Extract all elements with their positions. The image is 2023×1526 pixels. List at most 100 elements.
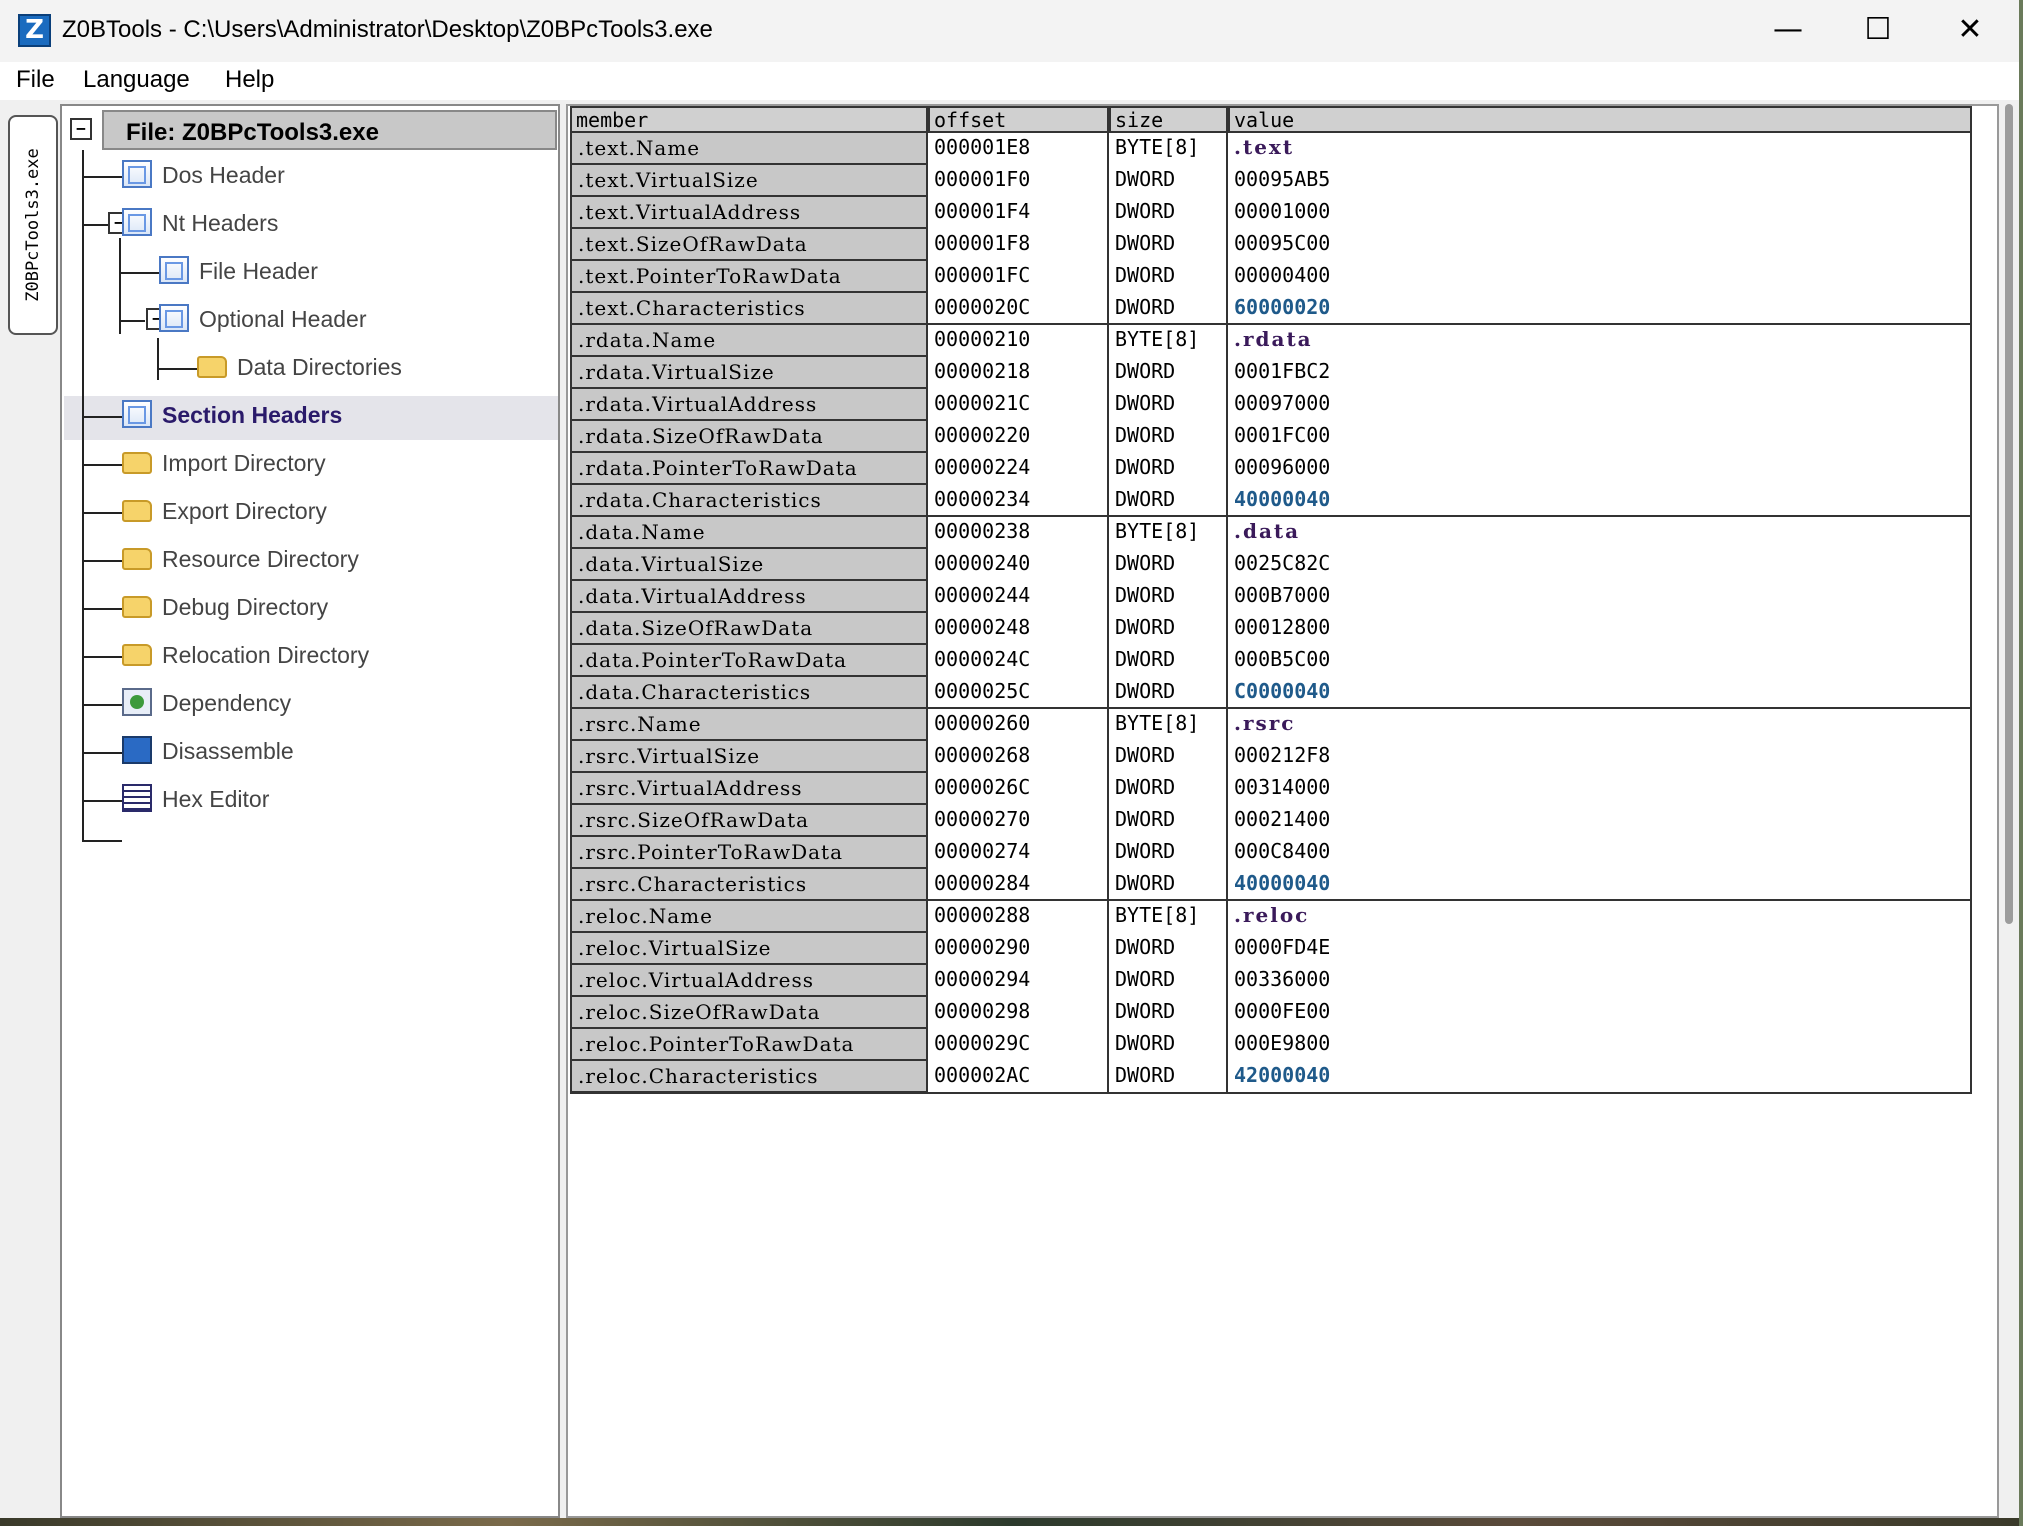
cell-size[interactable]: DWORD [1109, 772, 1228, 804]
table-row[interactable]: .data.PointerToRawData 0000024C DWORD 000B5… [570, 644, 1972, 676]
cell-value[interactable]: 000B7000 [1228, 580, 1972, 612]
table-row[interactable]: .rsrc.Name 00000260 BYTE[8] .rsrc [570, 708, 1972, 740]
cell-size[interactable]: DWORD [1109, 196, 1228, 228]
cell-member[interactable]: .rsrc.VirtualAddress [570, 772, 928, 804]
cell-member[interactable]: .text.PointerToRawData [570, 260, 928, 292]
cell-offset[interactable]: 000001F8 [928, 228, 1109, 260]
cell-size[interactable]: DWORD [1109, 804, 1228, 836]
table-row[interactable]: .rsrc.PointerToRawData 00000274 DWORD 000C8… [570, 836, 1972, 868]
cell-offset[interactable]: 000001E8 [928, 132, 1109, 164]
cell-value[interactable]: 000C8400 [1228, 836, 1972, 868]
cell-value[interactable]: .data [1228, 516, 1972, 548]
cell-value[interactable]: 40000040 [1228, 484, 1972, 516]
cell-size[interactable]: DWORD [1109, 932, 1228, 964]
table-row[interactable]: .rdata.VirtualAddress 0000021C DWORD 000970… [570, 388, 1972, 420]
cell-offset[interactable]: 00000298 [928, 996, 1109, 1028]
table-row[interactable]: .text.VirtualAddress 000001F4 DWORD 0000100… [570, 196, 1972, 228]
cell-size[interactable]: DWORD [1109, 228, 1228, 260]
cell-size[interactable]: DWORD [1109, 260, 1228, 292]
scrollbar-thumb[interactable] [2005, 104, 2013, 924]
cell-size[interactable]: DWORD [1109, 1028, 1228, 1060]
table-row[interactable]: .text.PointerToRawData 000001FC DWORD 00000… [570, 260, 1972, 292]
cell-offset[interactable]: 00000290 [928, 932, 1109, 964]
cell-offset[interactable]: 00000224 [928, 452, 1109, 484]
cell-member[interactable]: .text.VirtualAddress [570, 196, 928, 228]
table-row[interactable]: .rsrc.VirtualAddress 0000026C DWORD 0031400… [570, 772, 1972, 804]
cell-member[interactable]: .rdata.VirtualAddress [570, 388, 928, 420]
cell-member[interactable]: .reloc.SizeOfRawData [570, 996, 928, 1028]
table-row[interactable]: .reloc.PointerToRawData 0000029C DWORD 000E… [570, 1028, 1972, 1060]
cell-size[interactable]: DWORD [1109, 836, 1228, 868]
cell-value[interactable]: 0000FE00 [1228, 996, 1972, 1028]
table-row[interactable]: .reloc.SizeOfRawData 00000298 DWORD 0000FE0… [570, 996, 1972, 1028]
cell-member[interactable]: .text.SizeOfRawData [570, 228, 928, 260]
cell-value[interactable]: 0001FC00 [1228, 420, 1972, 452]
cell-size[interactable]: DWORD [1109, 452, 1228, 484]
table-row[interactable]: .rdata.Name 00000210 BYTE[8] .rdata [570, 324, 1972, 356]
cell-size[interactable]: DWORD [1109, 740, 1228, 772]
cell-value[interactable]: 00001000 [1228, 196, 1972, 228]
cell-offset[interactable]: 00000274 [928, 836, 1109, 868]
cell-member[interactable]: .rdata.VirtualSize [570, 356, 928, 388]
cell-member[interactable]: .reloc.Name [570, 900, 928, 932]
cell-value[interactable]: 000212F8 [1228, 740, 1972, 772]
cell-member[interactable]: .rsrc.Characteristics [570, 868, 928, 900]
cell-member[interactable]: .data.Name [570, 516, 928, 548]
maximize-button[interactable]: ☐ [1848, 8, 1908, 52]
cell-value[interactable]: 0025C82C [1228, 548, 1972, 580]
cell-offset[interactable]: 00000268 [928, 740, 1109, 772]
cell-value[interactable]: .rsrc [1228, 708, 1972, 740]
cell-value[interactable]: 42000040 [1228, 1060, 1972, 1092]
table-row[interactable]: .rdata.PointerToRawData 00000224 DWORD 0009… [570, 452, 1972, 484]
cell-size[interactable]: DWORD [1109, 388, 1228, 420]
table-row[interactable]: .text.SizeOfRawData 000001F8 DWORD 00095C00 [570, 228, 1972, 260]
cell-member[interactable]: .rsrc.Name [570, 708, 928, 740]
cell-member[interactable]: .rsrc.SizeOfRawData [570, 804, 928, 836]
cell-size[interactable]: DWORD [1109, 548, 1228, 580]
table-row[interactable]: .reloc.VirtualAddress 00000294 DWORD 003360… [570, 964, 1972, 996]
cell-member[interactable]: .text.VirtualSize [570, 164, 928, 196]
cell-offset[interactable]: 000001F0 [928, 164, 1109, 196]
cell-member[interactable]: .rsrc.VirtualSize [570, 740, 928, 772]
cell-offset[interactable]: 0000021C [928, 388, 1109, 420]
cell-member[interactable]: .data.PointerToRawData [570, 644, 928, 676]
cell-size[interactable]: DWORD [1109, 164, 1228, 196]
cell-offset[interactable]: 0000020C [928, 292, 1109, 324]
column-header-value[interactable]: value [1228, 106, 1972, 132]
cell-size[interactable]: DWORD [1109, 644, 1228, 676]
table-row[interactable]: .data.SizeOfRawData 00000248 DWORD 00012800 [570, 612, 1972, 644]
cell-value[interactable]: 0000FD4E [1228, 932, 1972, 964]
cell-size[interactable]: BYTE[8] [1109, 516, 1228, 548]
cell-offset[interactable]: 00000240 [928, 548, 1109, 580]
menu-help[interactable]: Help [225, 66, 274, 94]
cell-value[interactable]: 00336000 [1228, 964, 1972, 996]
cell-member[interactable]: .rdata.Characteristics [570, 484, 928, 516]
cell-size[interactable]: DWORD [1109, 1060, 1228, 1092]
cell-member[interactable]: .reloc.PointerToRawData [570, 1028, 928, 1060]
table-row[interactable]: .data.Characteristics 0000025C DWORD C00000… [570, 676, 1972, 708]
cell-member[interactable]: .rdata.SizeOfRawData [570, 420, 928, 452]
table-row[interactable]: .data.VirtualSize 00000240 DWORD 0025C82C [570, 548, 1972, 580]
cell-offset[interactable]: 000001FC [928, 260, 1109, 292]
cell-member[interactable]: .reloc.VirtualAddress [570, 964, 928, 996]
cell-size[interactable]: BYTE[8] [1109, 324, 1228, 356]
cell-value[interactable]: 00021400 [1228, 804, 1972, 836]
cell-member[interactable]: .text.Characteristics [570, 292, 928, 324]
cell-size[interactable]: DWORD [1109, 868, 1228, 900]
cell-offset[interactable]: 00000220 [928, 420, 1109, 452]
table-row[interactable]: .reloc.VirtualSize 00000290 DWORD 0000FD4E [570, 932, 1972, 964]
cell-value[interactable]: 00097000 [1228, 388, 1972, 420]
cell-offset[interactable]: 000002AC [928, 1060, 1109, 1092]
cell-value[interactable]: .text [1228, 132, 1972, 164]
menu-language[interactable]: Language [83, 66, 190, 94]
table-row[interactable]: .rdata.Characteristics 00000234 DWORD 40000… [570, 484, 1972, 516]
cell-member[interactable]: .reloc.VirtualSize [570, 932, 928, 964]
cell-size[interactable]: BYTE[8] [1109, 708, 1228, 740]
cell-size[interactable]: DWORD [1109, 292, 1228, 324]
close-button[interactable]: ✕ [1940, 8, 2000, 52]
cell-offset[interactable]: 00000244 [928, 580, 1109, 612]
cell-size[interactable]: DWORD [1109, 356, 1228, 388]
cell-member[interactable]: .data.VirtualAddress [570, 580, 928, 612]
table-row[interactable]: .rsrc.SizeOfRawData 00000270 DWORD 00021400 [570, 804, 1972, 836]
cell-value[interactable]: 00095C00 [1228, 228, 1972, 260]
